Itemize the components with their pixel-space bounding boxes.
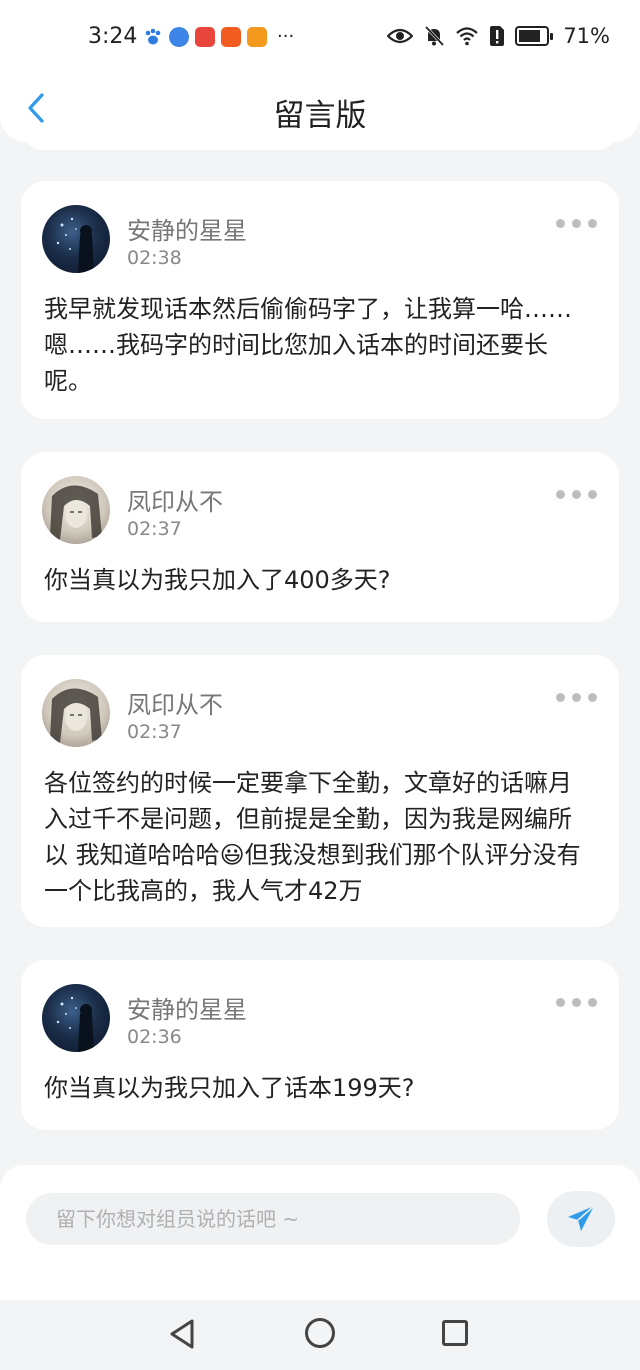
user-avatar[interactable] <box>42 984 110 1052</box>
video-notification-icon <box>247 26 267 47</box>
message-card: 安静的星星 02:38 我早就发现话本然后偷偷码字了，让我算一哈……嗯……我码字… <box>21 181 619 419</box>
sim-alert-icon <box>490 26 505 46</box>
app-notification-icon <box>169 26 189 47</box>
user-avatar[interactable] <box>42 476 110 544</box>
paw-icon <box>145 28 161 44</box>
message-input[interactable]: 留下你想对组员说的话吧 ~ <box>26 1193 520 1245</box>
username[interactable]: 凤印从不 <box>127 482 223 517</box>
more-notifications-icon: ··· <box>277 26 295 47</box>
more-options-icon[interactable] <box>556 219 597 228</box>
nav-back-icon[interactable] <box>168 1318 196 1350</box>
nav-recents-icon[interactable] <box>442 1320 468 1346</box>
sketch-avatar-image <box>50 485 102 540</box>
status-bar: 3:24 ··· 71% <box>0 0 640 72</box>
message-time: 02:36 <box>127 1026 182 1048</box>
book-notification-icon <box>195 26 215 47</box>
message-card-partial <box>21 128 619 150</box>
message-time: 02:38 <box>127 247 182 269</box>
battery-percent: 71% <box>563 24 610 48</box>
message-text: 你当真以为我只加入了400多天? <box>44 566 391 594</box>
message-time: 02:37 <box>127 721 182 743</box>
more-options-icon[interactable] <box>556 490 597 499</box>
status-icons: 71% <box>387 24 610 48</box>
username[interactable]: 安静的星星 <box>127 990 247 1025</box>
username[interactable]: 凤印从不 <box>127 685 223 720</box>
taobao-notification-icon <box>221 26 241 47</box>
message-card: 凤印从不 02:37 你当真以为我只加入了400多天? <box>21 452 619 622</box>
wifi-icon <box>456 27 479 46</box>
message-text: 你当真以为我只加入了话本199天? <box>44 1074 415 1102</box>
notification-icons: ··· <box>143 26 294 47</box>
battery-icon <box>515 26 554 46</box>
composer-bar: 留下你想对组员说的话吧 ~ <box>0 1165 640 1300</box>
message-text: 我早就发现话本然后偷偷码字了，让我算一哈……嗯……我码字的时间比您加入话本的时间… <box>44 295 572 395</box>
smiley-emoji: 😃 <box>219 841 245 869</box>
message-card: 安静的星星 02:36 你当真以为我只加入了话本199天? <box>21 960 619 1130</box>
mute-bell-icon <box>425 25 445 47</box>
username[interactable]: 安静的星星 <box>127 211 247 246</box>
message-card: 凤印从不 02:37 各位签约的时候一定要拿下全勤，文章好的话嘛月入过千不是问题… <box>21 655 619 927</box>
send-button[interactable] <box>547 1191 615 1247</box>
message-text: 各位签约的时候一定要拿下全勤，文章好的话嘛月入过千不是问题，但前提是全勤，因为我… <box>44 765 593 909</box>
paper-plane-icon <box>568 1205 595 1231</box>
status-time: 3:24 <box>88 24 138 49</box>
eye-icon <box>387 28 414 44</box>
starry-avatar-image <box>56 996 94 1052</box>
nav-home-icon[interactable] <box>305 1318 335 1348</box>
more-options-icon[interactable] <box>556 998 597 1007</box>
user-avatar[interactable] <box>42 205 110 273</box>
user-avatar[interactable] <box>42 679 110 747</box>
more-options-icon[interactable] <box>556 693 597 702</box>
sketch-avatar-image <box>50 688 102 743</box>
message-time: 02:37 <box>127 518 182 540</box>
header: 3:24 ··· 71% 留言版 <box>0 0 640 142</box>
starry-avatar-image <box>56 217 94 273</box>
system-nav-bar <box>0 1300 640 1370</box>
